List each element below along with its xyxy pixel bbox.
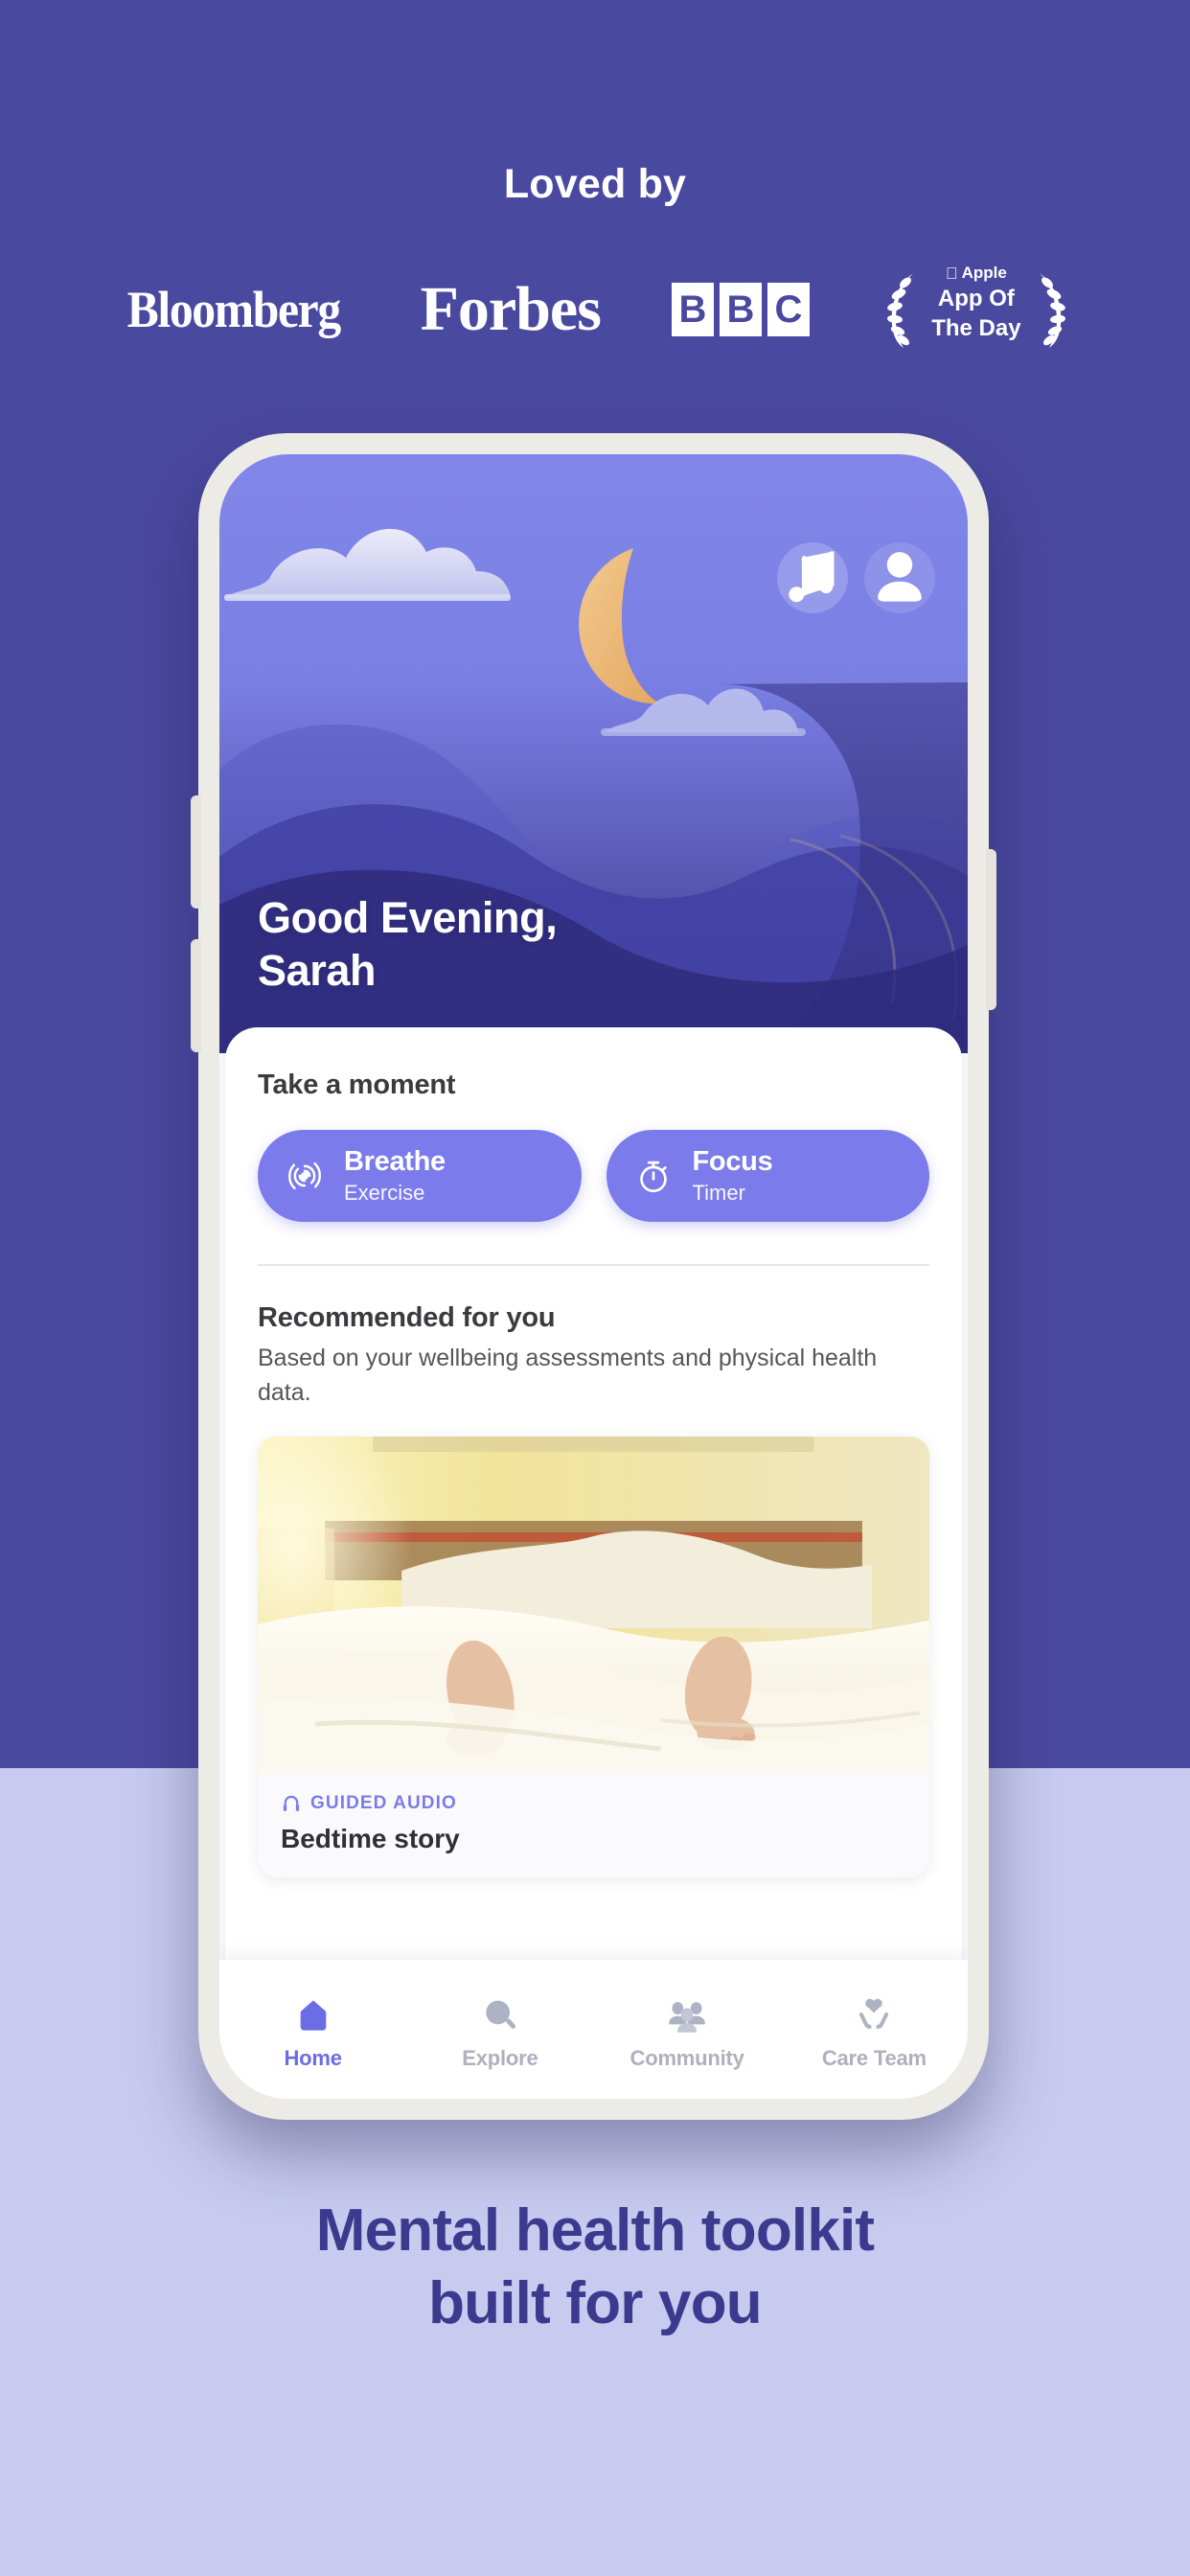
search-icon — [479, 1994, 521, 2036]
content-card: Take a moment Breathe Exercise Focus Tim… — [225, 1027, 962, 1995]
nav-item-care-team[interactable]: Care Team — [781, 1960, 968, 2099]
focus-timer-button[interactable]: Focus Timer — [606, 1130, 929, 1222]
phone-mockup: Good Evening, Sarah Take a moment Breath… — [191, 433, 996, 2120]
apple-badge-line3: The Day — [931, 314, 1021, 341]
recommended-subtitle: Based on your wellbeing assessments and … — [258, 1345, 878, 1406]
recommended-title: Recommended for you — [258, 1302, 556, 1333]
apple-app-of-the-day-badge:  Apple App Of The Day — [881, 258, 1072, 361]
breathe-rings-icon — [288, 1162, 321, 1190]
music-note-icon — [789, 551, 835, 603]
apple-logo-icon:  — [946, 265, 958, 282]
forbes-logo: Forbes — [420, 274, 602, 344]
greeting-text: Good Evening, Sarah — [258, 892, 558, 998]
nav-label-explore: Explore — [462, 2045, 538, 2070]
recommended-item-title: Bedtime story — [281, 1824, 460, 1853]
guided-audio-label: GUIDED AUDIO — [310, 1793, 457, 1813]
volume-down-button[interactable] — [191, 939, 201, 1052]
apple-brand-line:  Apple — [881, 264, 1072, 283]
press-logo-row: Bloomberg Forbes B B C Apple App Of The … — [0, 257, 1190, 362]
music-button[interactable] — [777, 542, 848, 613]
breathe-labels: Breathe Exercise — [344, 1147, 446, 1204]
focus-title: Focus — [692, 1146, 773, 1178]
quick-actions-row: Breathe Exercise Focus Timer — [258, 1130, 929, 1222]
power-button[interactable] — [986, 849, 996, 1010]
bbc-letter-2: B — [719, 283, 762, 336]
nav-label-home: Home — [284, 2045, 342, 2070]
take-a-moment-title: Take a moment — [258, 1070, 456, 1100]
loved-by-heading: Loved by — [503, 161, 687, 207]
focus-subtitle: Timer — [692, 1180, 745, 1205]
volume-up-button[interactable] — [191, 795, 201, 908]
nav-item-home[interactable]: Home — [219, 1960, 406, 2099]
profile-icon — [878, 552, 922, 602]
community-icon — [666, 1994, 708, 2036]
bottom-navigation-bar: Home Explore Community Care Team — [219, 1960, 968, 2099]
tagline-line-2: built for you — [428, 2269, 763, 2336]
promo-screenshot: Loved by Bloomberg Forbes B B C Apple Ap… — [0, 0, 1190, 2576]
breathe-subtitle: Exercise — [344, 1180, 425, 1205]
nav-label-community: Community — [629, 2045, 744, 2070]
guided-audio-tag: GUIDED AUDIO — [281, 1793, 906, 1814]
bbc-letter-3: C — [767, 283, 810, 336]
phone-screen: Good Evening, Sarah Take a moment Breath… — [219, 454, 968, 2099]
tagline-line-1: Mental health toolkit — [315, 2197, 875, 2264]
breathe-title: Breathe — [344, 1146, 446, 1178]
recommended-item-meta: GUIDED AUDIO Bedtime story — [258, 1774, 929, 1877]
nav-label-care-team: Care Team — [821, 2045, 927, 2070]
apple-badge-text:  Apple App Of The Day — [881, 258, 1072, 341]
headphones-icon — [283, 1795, 300, 1811]
section-divider — [258, 1264, 929, 1266]
care-team-icon — [853, 1994, 895, 2036]
apple-brand-label: Apple — [955, 264, 1007, 282]
stopwatch-icon — [639, 1161, 667, 1193]
bbc-logo: B B C — [671, 283, 810, 336]
bedtime-photo — [258, 1437, 929, 1774]
home-icon — [292, 1994, 334, 2036]
greeting-line-1: Good Evening, — [258, 893, 558, 943]
focus-labels: Focus Timer — [693, 1147, 773, 1204]
bedroom-photo-illustration — [258, 1437, 929, 1774]
bloomberg-logo: Bloomberg — [126, 281, 342, 338]
tagline: Mental health toolkit built for you — [0, 2195, 1190, 2339]
breathe-exercise-button[interactable]: Breathe Exercise — [258, 1130, 582, 1222]
apple-badge-line2: App Of — [937, 286, 1015, 311]
profile-button[interactable] — [864, 542, 935, 613]
greeting-line-2: Sarah — [258, 946, 377, 996]
recommended-item-card[interactable]: GUIDED AUDIO Bedtime story — [258, 1437, 929, 1877]
hero-illustration: Good Evening, Sarah — [219, 454, 968, 1053]
bbc-letter-1: B — [671, 283, 714, 336]
nav-item-explore[interactable]: Explore — [406, 1960, 593, 2099]
nav-item-community[interactable]: Community — [594, 1960, 781, 2099]
